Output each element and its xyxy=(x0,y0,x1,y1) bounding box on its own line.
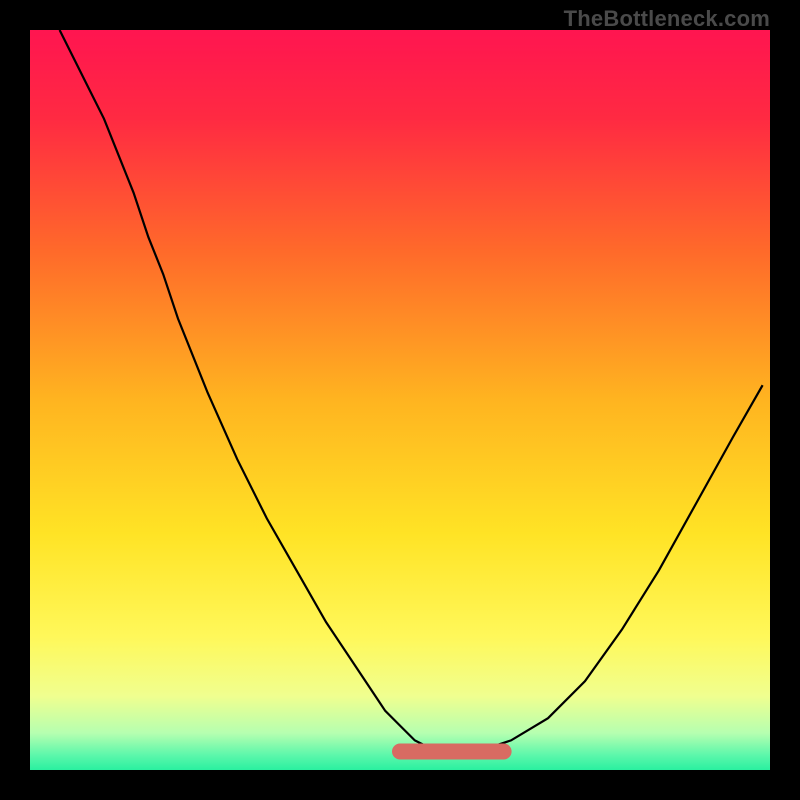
watermark-text: TheBottleneck.com xyxy=(564,6,770,32)
chart-svg xyxy=(30,30,770,770)
gradient-background xyxy=(30,30,770,770)
chart-frame: TheBottleneck.com xyxy=(0,0,800,800)
plot-area xyxy=(30,30,770,770)
